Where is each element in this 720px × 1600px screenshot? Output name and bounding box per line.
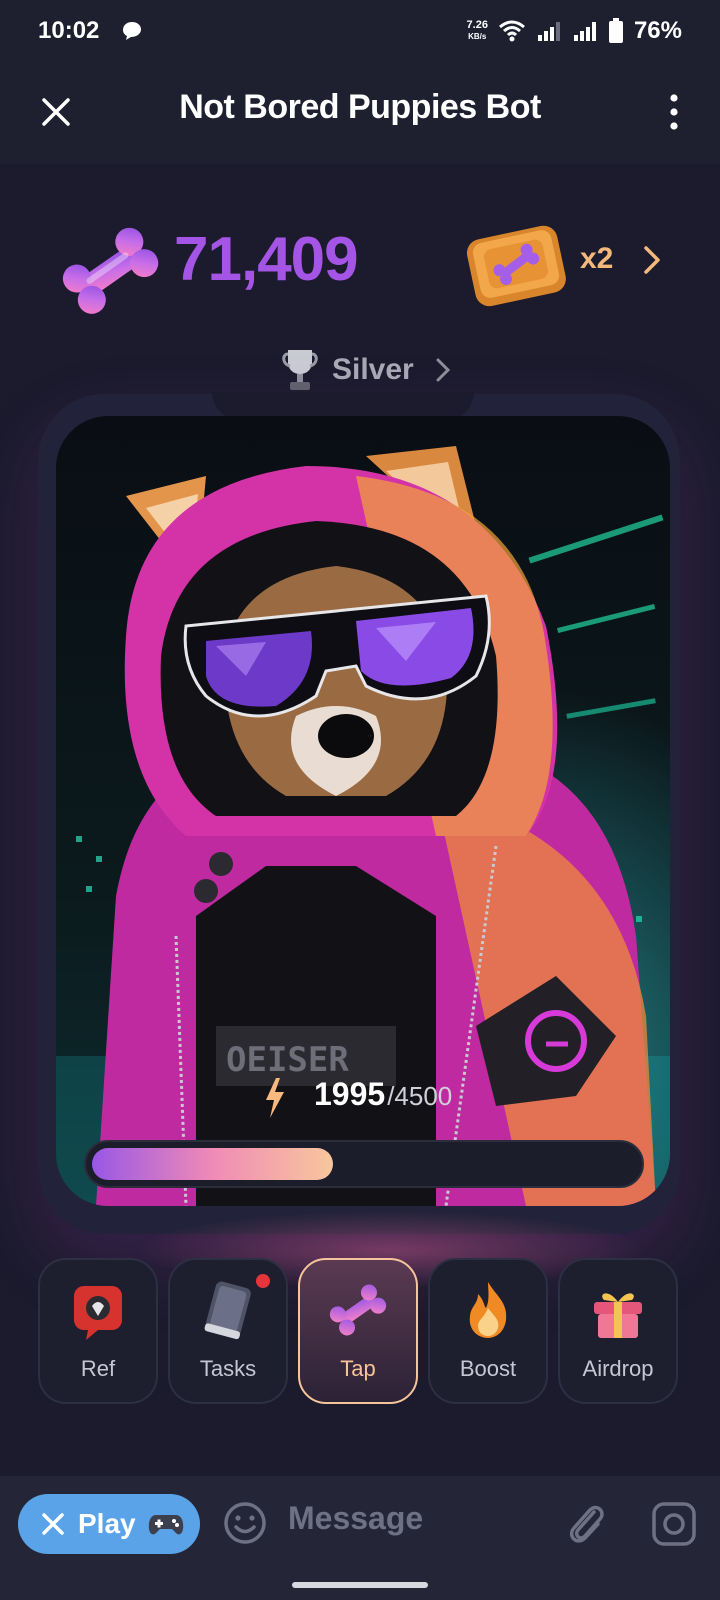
- emoji-icon[interactable]: [222, 1500, 268, 1546]
- battery-icon: [608, 18, 623, 43]
- nav-ref[interactable]: Ref: [38, 1258, 158, 1404]
- message-bar: Play: [0, 1476, 720, 1570]
- trophy-icon: [282, 350, 318, 390]
- nav-boost[interactable]: Boost: [428, 1258, 548, 1404]
- chevron-right-icon[interactable]: [640, 244, 664, 276]
- balance-row: 71,409 x2: [0, 212, 720, 314]
- svg-text:OEISER: OEISER: [226, 1040, 349, 1080]
- chat-bubble-icon: [123, 22, 142, 40]
- page-title: Not Bored Puppies Bot: [179, 88, 541, 126]
- bone-coin-icon: [62, 227, 159, 314]
- network-speed-unit: KB/s: [468, 32, 487, 41]
- energy-progress-bar: [84, 1140, 644, 1188]
- signal-icon-1: [537, 22, 560, 41]
- bone-icon: [329, 1284, 387, 1336]
- nav-tasks[interactable]: Tasks: [168, 1258, 288, 1404]
- camera-icon[interactable]: [650, 1500, 698, 1548]
- play-label: Play: [78, 1508, 136, 1539]
- play-button[interactable]: Play: [18, 1494, 200, 1554]
- nav-label-boost: Boost: [459, 1356, 517, 1381]
- league-name: Silver: [332, 353, 414, 386]
- bottom-nav: Ref Tasks Tap Boost Airdrop: [38, 1258, 682, 1404]
- lightning-icon: [266, 1078, 284, 1118]
- nav-label-airdrop: Airdrop: [582, 1356, 654, 1381]
- nav-airdrop[interactable]: Airdrop: [558, 1258, 678, 1404]
- network-speed-value: 7.26: [466, 19, 488, 31]
- signal-icon-2: [573, 22, 596, 41]
- status-bar: 10:02 7.26 KB/s 76%: [0, 0, 720, 62]
- more-vertical-icon[interactable]: [664, 92, 684, 132]
- close-icon: [42, 1513, 64, 1535]
- message-input[interactable]: [288, 1500, 528, 1537]
- energy-current: 1995: [314, 1076, 386, 1112]
- ref-icon: [74, 1286, 122, 1340]
- status-time: 10:02: [38, 17, 100, 44]
- network-speed: 7.26 KB/s: [467, 20, 488, 42]
- battery-percent: 76%: [633, 17, 682, 44]
- energy-progress-fill: [92, 1148, 333, 1180]
- fire-icon: [469, 1282, 507, 1338]
- home-pill: [292, 1582, 428, 1588]
- gift-icon: [594, 1293, 642, 1338]
- energy-counter: 1995 /4500: [262, 1076, 452, 1120]
- paperclip-icon[interactable]: [564, 1500, 608, 1548]
- nav-label-tap: Tap: [340, 1356, 376, 1381]
- home-indicator: [0, 1570, 720, 1600]
- wifi-icon: [498, 20, 525, 42]
- nav-tap[interactable]: Tap: [298, 1258, 418, 1404]
- multiplier-chest-icon[interactable]: [462, 218, 570, 310]
- notification-dot: [256, 1274, 270, 1288]
- gamepad-icon: [148, 1515, 183, 1535]
- nav-label-tasks: Tasks: [199, 1356, 257, 1381]
- nav-label-ref: Ref: [80, 1356, 116, 1381]
- energy-max: /4500: [387, 1081, 453, 1111]
- app-header: Not Bored Puppies Bot: [0, 62, 720, 164]
- chevron-right-icon: [436, 358, 450, 382]
- tasks-icon: [204, 1281, 251, 1340]
- multiplier-value[interactable]: x2: [580, 242, 613, 276]
- coin-balance: 71,409: [174, 225, 359, 294]
- league-link[interactable]: Silver: [280, 342, 452, 398]
